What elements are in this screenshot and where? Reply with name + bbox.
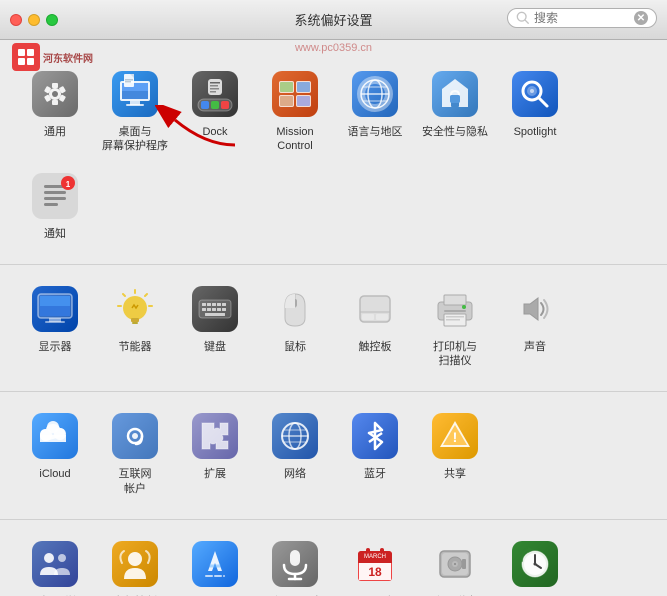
notice-label: 通知 — [44, 227, 66, 241]
tongyong-icon — [29, 68, 81, 120]
pref-language[interactable]: 语言与地区 — [335, 60, 415, 162]
security-icon — [429, 68, 481, 120]
svg-text:18: 18 — [368, 565, 382, 579]
pref-parental[interactable]: 家长控制 — [95, 530, 175, 596]
share-label: 共享 — [444, 467, 466, 481]
appstore-icon — [189, 538, 241, 590]
pref-mission[interactable]: MissionControl — [255, 60, 335, 162]
pref-bluetooth[interactable]: 蓝牙 — [335, 402, 415, 504]
datetime-icon: 18 MARCH — [349, 538, 401, 590]
search-icon — [516, 11, 530, 25]
pref-display[interactable]: 显示器 — [15, 275, 95, 377]
window-title: 系统偏好设置 — [294, 10, 372, 29]
mission-label: MissionControl — [276, 125, 313, 154]
icloud-label: iCloud — [39, 467, 70, 481]
pref-sound[interactable]: 声音 — [495, 275, 575, 377]
startup-icon — [429, 538, 481, 590]
dictation-icon — [269, 538, 321, 590]
search-area: ✕ — [507, 8, 657, 28]
mouse-label: 鼠标 — [284, 340, 306, 354]
pref-network[interactable]: 网络 — [255, 402, 335, 504]
section-row-3: iCloud 互联网帐户 — [0, 392, 667, 520]
expand-icon — [189, 410, 241, 462]
section-row-4: 用户与群组 家长控制 — [0, 520, 667, 596]
pref-desktop[interactable]: 桌面与屏幕保护程序 — [95, 60, 175, 162]
search-box[interactable]: ✕ — [507, 8, 657, 28]
pref-timemachine[interactable]: Time Machine — [495, 530, 575, 596]
tongyong-label: 通用 — [44, 125, 66, 139]
pref-users[interactable]: 用户与群组 — [15, 530, 95, 596]
spotlight-label: Spotlight — [514, 125, 557, 139]
network-icon — [269, 410, 321, 462]
pref-internet[interactable]: 互联网帐户 — [95, 402, 175, 504]
pref-energy[interactable]: 节能器 — [95, 275, 175, 377]
pref-icloud[interactable]: iCloud — [15, 402, 95, 504]
pref-security[interactable]: 安全性与隐私 — [415, 60, 495, 162]
pref-startup[interactable]: 启动磁盘 — [415, 530, 495, 596]
pref-spotlight[interactable]: Spotlight — [495, 60, 575, 162]
pref-share[interactable]: ! 共享 — [415, 402, 495, 504]
share-icon: ! — [429, 410, 481, 462]
maximize-button[interactable] — [46, 14, 58, 26]
parental-icon — [109, 538, 161, 590]
pref-appstore[interactable]: App Store — [175, 530, 255, 596]
pref-notice[interactable]: 1 通知 — [15, 162, 95, 249]
pref-mouse[interactable]: 鼠标 — [255, 275, 335, 377]
search-clear-button[interactable]: ✕ — [634, 11, 648, 25]
expand-label: 扩展 — [204, 467, 226, 481]
section-row-1: 通用 — [0, 50, 667, 265]
section-row-2: 显示器 节能器 — [0, 265, 667, 393]
pref-keyboard[interactable]: 键盘 — [175, 275, 255, 377]
security-label: 安全性与隐私 — [422, 125, 488, 139]
energy-label: 节能器 — [119, 340, 152, 354]
display-label: 显示器 — [39, 340, 72, 354]
traffic-lights — [10, 14, 58, 26]
pref-printer[interactable]: 打印机与扫描仪 — [415, 275, 495, 377]
energy-icon — [109, 283, 161, 335]
timemachine-icon — [509, 538, 561, 590]
svg-text:1: 1 — [66, 180, 71, 189]
close-button[interactable] — [10, 14, 22, 26]
desktop-label: 桌面与屏幕保护程序 — [102, 125, 168, 154]
pref-dictation[interactable]: 听写与语音 — [255, 530, 335, 596]
pref-datetime[interactable]: 18 MARCH 日期与时间 — [335, 530, 415, 596]
dock-icon — [189, 68, 241, 120]
trackpad-label: 触控板 — [359, 340, 392, 354]
language-icon — [349, 68, 401, 120]
titlebar: 系统偏好设置 ✕ — [0, 0, 667, 40]
pref-trackpad[interactable]: 触控板 — [335, 275, 415, 377]
icloud-icon — [29, 410, 81, 462]
search-input[interactable] — [534, 11, 634, 25]
pref-tongyong[interactable]: 通用 — [15, 60, 95, 162]
users-icon — [29, 538, 81, 590]
trackpad-icon — [349, 283, 401, 335]
sound-label: 声音 — [524, 340, 546, 354]
spotlight-icon — [509, 68, 561, 120]
pref-expand[interactable]: 扩展 — [175, 402, 255, 504]
bluetooth-icon — [349, 410, 401, 462]
network-label: 网络 — [284, 467, 306, 481]
notice-icon: 1 — [29, 170, 81, 222]
printer-icon — [429, 283, 481, 335]
svg-text:!: ! — [453, 429, 458, 445]
internet-label: 互联网帐户 — [119, 467, 152, 496]
keyboard-icon — [189, 283, 241, 335]
internet-icon — [109, 410, 161, 462]
desktop-icon — [109, 68, 161, 120]
printer-label: 打印机与扫描仪 — [433, 340, 477, 369]
main-content: 通用 — [0, 40, 667, 596]
dock-label: Dock — [202, 125, 227, 139]
sound-icon — [509, 283, 561, 335]
mission-icon — [269, 68, 321, 120]
pref-dock[interactable]: Dock — [175, 60, 255, 162]
bluetooth-label: 蓝牙 — [364, 467, 386, 481]
mouse-icon — [269, 283, 321, 335]
svg-text:MARCH: MARCH — [364, 554, 386, 560]
minimize-button[interactable] — [28, 14, 40, 26]
display-icon — [29, 283, 81, 335]
language-label: 语言与地区 — [348, 125, 403, 139]
keyboard-label: 键盘 — [204, 340, 226, 354]
